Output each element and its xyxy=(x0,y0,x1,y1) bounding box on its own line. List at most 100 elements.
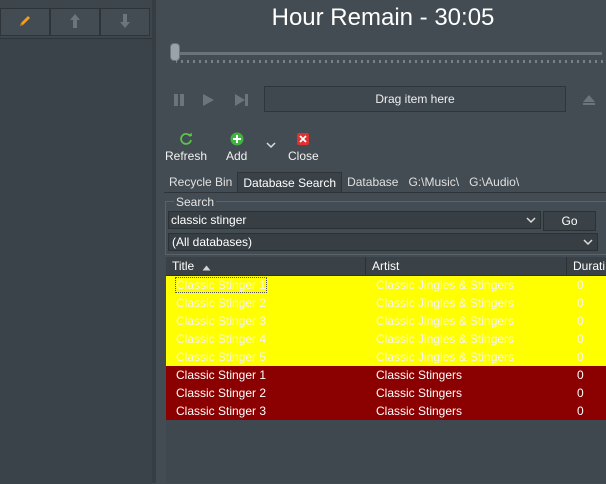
artist-cell-text: Classic Jingles & Stingers xyxy=(376,332,515,346)
refresh-button[interactable]: Refresh xyxy=(165,132,207,163)
refresh-label: Refresh xyxy=(165,149,208,163)
title-cell-text: Classic Stinger 2 xyxy=(176,296,267,310)
title-cell-text: Classic Stinger 4 xyxy=(176,332,267,346)
tab-database-search[interactable]: Database Search xyxy=(237,171,343,193)
grid-header: Title Artist Durati xyxy=(166,257,606,276)
hour-remain-title: Hour Remain - 30:05 xyxy=(271,4,495,31)
title-cell: Classic Stinger 4 xyxy=(166,330,366,348)
table-row[interactable]: Classic Stinger 1 Classic Jingles & Sting… xyxy=(166,276,606,294)
title-cell-text: Classic Stinger 3 xyxy=(176,314,267,328)
play-icon xyxy=(201,93,215,110)
add-label: Add xyxy=(226,149,248,163)
duration-cell-text: 0 xyxy=(577,296,584,310)
title-cell-text: Classic Stinger 1 xyxy=(176,368,267,382)
seek-track[interactable] xyxy=(174,52,602,55)
artist-cell: Classic Stingers xyxy=(366,402,567,420)
playlist-pane[interactable] xyxy=(0,38,152,484)
artist-cell-text: Classic Jingles & Stingers xyxy=(376,278,515,292)
title-cell: Classic Stinger 2 xyxy=(166,294,366,312)
skip-next-icon xyxy=(234,93,250,110)
play-button[interactable] xyxy=(199,92,217,110)
sort-ascending-icon xyxy=(202,258,211,275)
table-row[interactable]: Classic Stinger 1 Classic Stingers 0 xyxy=(166,366,606,384)
eject-button[interactable] xyxy=(580,92,598,110)
database-scope-value: (All databases) xyxy=(172,235,253,249)
table-row[interactable]: Classic Stinger 4 Classic Jingles & Sting… xyxy=(166,330,606,348)
tab-audio-folder[interactable]: G:\Audio\ xyxy=(464,172,524,192)
title-cell-text: Classic Stinger 2 xyxy=(176,386,267,400)
table-row[interactable]: Classic Stinger 3 Classic Jingles & Sting… xyxy=(166,312,606,330)
table-row[interactable]: Classic Stinger 2 Classic Jingles & Sting… xyxy=(166,294,606,312)
artist-cell: Classic Jingles & Stingers xyxy=(366,330,567,348)
table-row[interactable]: Classic Stinger 5 Classic Jingles & Sting… xyxy=(166,348,606,366)
database-scope-select[interactable]: (All databases) xyxy=(168,233,598,251)
column-header-artist[interactable]: Artist xyxy=(366,257,567,275)
close-label: Close xyxy=(288,149,319,163)
duration-cell-text: 0 xyxy=(577,350,584,364)
artist-cell: Classic Jingles & Stingers xyxy=(366,294,567,312)
edit-button[interactable] xyxy=(0,8,50,36)
duration-cell-text: 0 xyxy=(577,314,584,328)
artist-cell-text: Classic Stingers xyxy=(376,368,463,382)
duration-cell: 0 xyxy=(567,366,606,384)
duration-cell-text: 0 xyxy=(577,404,584,418)
artist-cell: Classic Stingers xyxy=(366,384,567,402)
artist-cell: Classic Stingers xyxy=(366,366,567,384)
chevron-down-icon[interactable] xyxy=(526,216,536,224)
results-grid[interactable]: Title Artist Durati Classic Stinger 1 Cla… xyxy=(166,257,606,483)
grid-rows: Classic Stinger 1 Classic Jingles & Sting… xyxy=(166,276,606,420)
move-up-button[interactable] xyxy=(50,8,100,36)
duration-cell: 0 xyxy=(567,330,606,348)
close-button[interactable]: Close xyxy=(288,132,319,163)
duration-cell-text: 0 xyxy=(577,368,584,382)
seek-ticks xyxy=(176,60,603,63)
duration-cell: 0 xyxy=(567,312,606,330)
title-cell: Classic Stinger 2 xyxy=(166,384,366,402)
artist-cell: Classic Jingles & Stingers xyxy=(366,312,567,330)
seek-slider-knob[interactable] xyxy=(170,43,180,61)
pause-icon xyxy=(172,93,186,110)
duration-cell: 0 xyxy=(567,384,606,402)
add-button[interactable]: Add xyxy=(226,132,247,163)
arrow-up-icon xyxy=(69,13,81,32)
duration-cell-text: 0 xyxy=(577,278,584,292)
title-cell: Classic Stinger 3 xyxy=(166,402,366,420)
search-input[interactable] xyxy=(169,213,526,227)
pencil-icon xyxy=(17,13,33,32)
tab-music-folder[interactable]: G:\Music\ xyxy=(403,172,464,192)
add-icon xyxy=(230,132,244,146)
artist-cell: Classic Jingles & Stingers xyxy=(366,348,567,366)
left-toolbar xyxy=(0,8,152,38)
tab-recycle-bin[interactable]: Recycle Bin xyxy=(164,172,237,192)
table-row[interactable]: Classic Stinger 3 Classic Stingers 0 xyxy=(166,402,606,420)
column-title-label: Title xyxy=(172,259,195,273)
pause-button[interactable] xyxy=(170,92,188,110)
duration-cell: 0 xyxy=(567,276,606,294)
chevron-down-icon xyxy=(266,138,276,152)
next-button[interactable] xyxy=(233,92,251,110)
artist-cell-text: Classic Jingles & Stingers xyxy=(376,314,515,328)
move-down-button[interactable] xyxy=(100,8,150,36)
refresh-icon xyxy=(179,132,193,146)
duration-cell: 0 xyxy=(567,294,606,312)
add-dropdown-button[interactable] xyxy=(262,136,280,154)
search-input-combo[interactable] xyxy=(168,211,541,229)
column-header-duration[interactable]: Durati xyxy=(567,257,606,275)
table-row[interactable]: Classic Stinger 2 Classic Stingers 0 xyxy=(166,384,606,402)
duration-cell-text: 0 xyxy=(577,386,584,400)
title-cell-text: Classic Stinger 1 xyxy=(174,277,268,293)
source-tabs: Recycle Bin Database Search Database G:\… xyxy=(164,171,524,193)
eject-icon xyxy=(582,93,596,110)
title-cell: Classic Stinger 3 xyxy=(166,312,366,330)
panel-splitter[interactable] xyxy=(152,0,156,483)
chevron-down-icon xyxy=(583,238,593,246)
search-group-label: Search xyxy=(174,195,217,209)
title-cell: Classic Stinger 1 xyxy=(166,276,366,294)
tab-database[interactable]: Database xyxy=(342,172,403,192)
duration-cell: 0 xyxy=(567,348,606,366)
column-header-title[interactable]: Title xyxy=(166,257,366,275)
title-cell-text: Classic Stinger 3 xyxy=(176,404,267,418)
go-button[interactable]: Go xyxy=(543,211,596,231)
drag-drop-zone[interactable]: Drag item here xyxy=(264,86,566,112)
title-cell: Classic Stinger 1 xyxy=(166,366,366,384)
